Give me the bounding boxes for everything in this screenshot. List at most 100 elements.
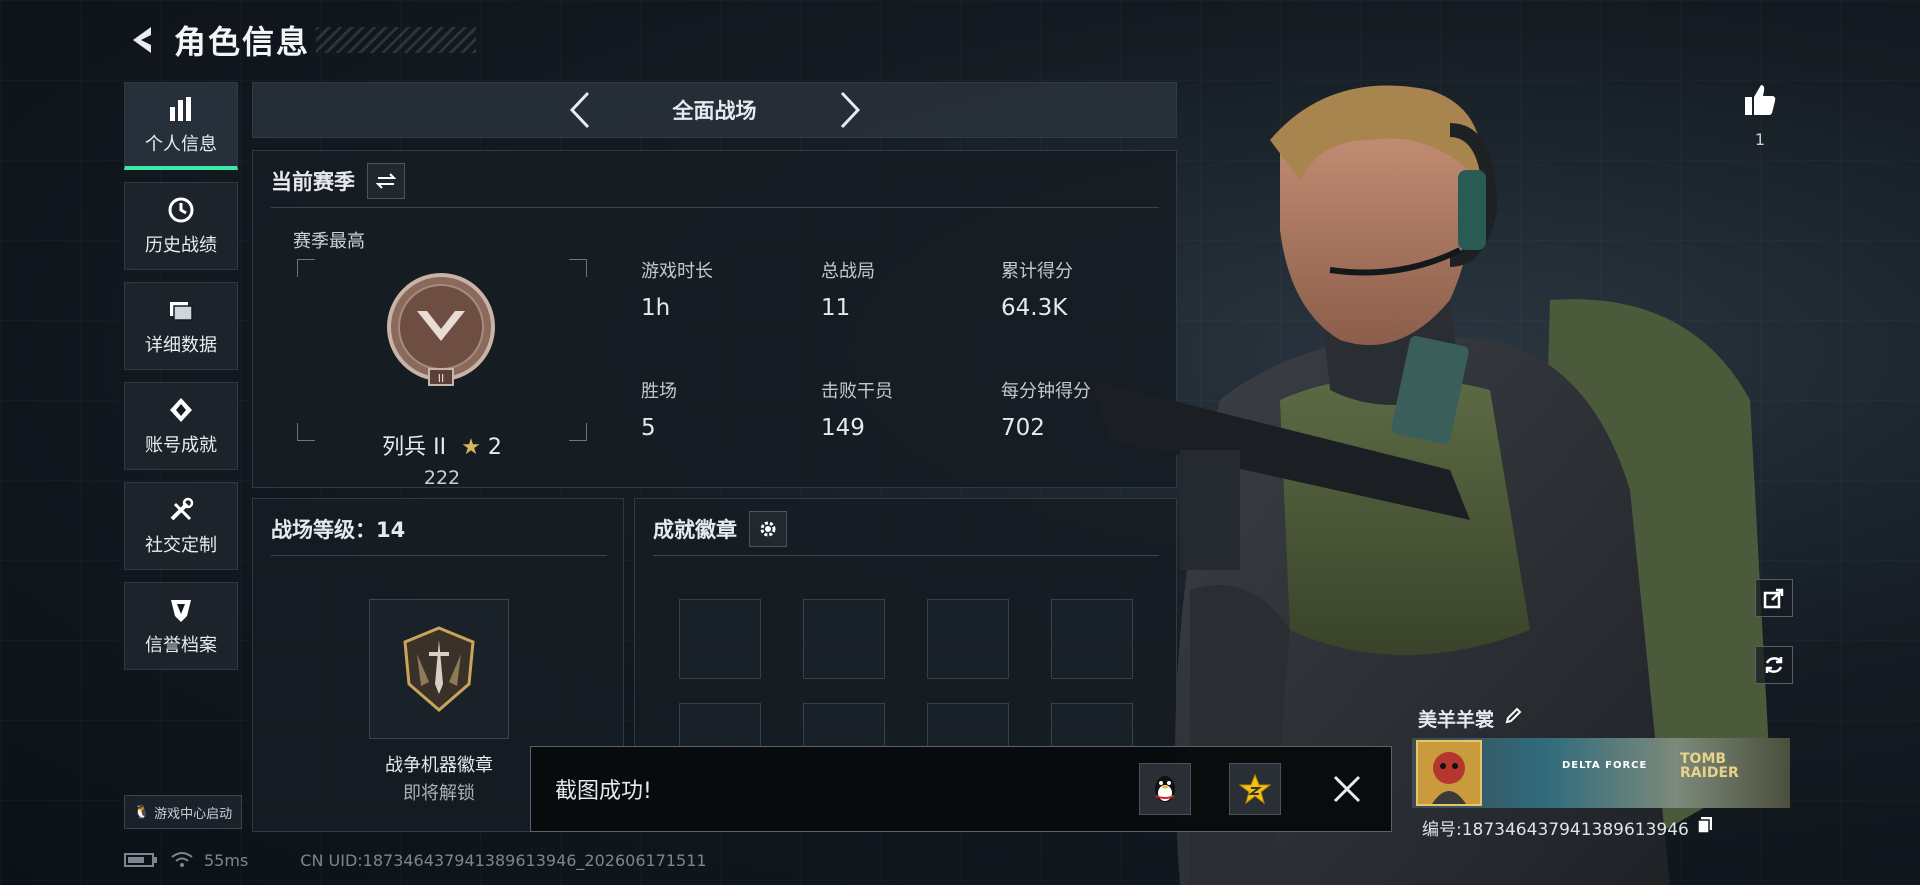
rank-name-row: 列兵 II ★ 2: [297, 429, 587, 461]
chevron-right-icon: [840, 91, 860, 129]
battery-icon: [124, 853, 157, 867]
season-panel: 当前赛季 赛季最高 II 列兵 II ★ 2 222 游戏时长 1h 总战局 11 …: [252, 150, 1177, 489]
refresh-icon: [1765, 657, 1783, 673]
thumbs-up-icon: [1745, 85, 1776, 115]
qzone-star-icon: [1239, 773, 1271, 805]
share-icon: [1763, 588, 1784, 609]
war-machine-badge-slot[interactable]: [369, 599, 509, 739]
edit-name-button[interactable]: [1504, 707, 1522, 729]
status-footer: 55ms CN UID:18734643794138961394​6_20260…: [124, 848, 707, 872]
achievement-title: 成就徽章: [653, 518, 737, 542]
delta-force-logo: DELTA FORCE: [1562, 760, 1648, 771]
stat-value: 149: [821, 415, 865, 441]
gear-icon: [760, 521, 776, 537]
level-title: 战场等级：14: [271, 518, 406, 542]
rank-stars: 2: [487, 435, 502, 460]
folder-icon: [166, 295, 196, 325]
achievement-slot[interactable]: [927, 599, 1009, 679]
qq-penguin-icon: [1155, 776, 1175, 802]
share-qq-button[interactable]: [1139, 763, 1191, 815]
refresh-button[interactable]: [1755, 646, 1793, 684]
season-title: 当前赛季: [271, 170, 355, 194]
stat-value: 11: [821, 295, 851, 321]
bar-chart-icon: [166, 94, 196, 124]
frame-corner: [297, 259, 315, 277]
war-machine-badge-icon: [403, 626, 475, 712]
clock-icon: [166, 195, 196, 225]
toast-message: 截图成功!: [555, 779, 652, 804]
share-qzone-button[interactable]: [1229, 763, 1281, 815]
launch-badge-label: 游戏中心启动: [154, 806, 233, 822]
ping-value: 55ms: [204, 850, 249, 870]
mode-prev-button[interactable]: [555, 85, 605, 135]
achievement-slot[interactable]: [803, 599, 885, 679]
sidebar-item-label: 信誉档案: [145, 635, 217, 656]
page-title: 角色信息: [174, 23, 311, 61]
tools-icon: [166, 495, 196, 525]
medal-icon: [166, 395, 196, 425]
sidebar-item-history[interactable]: 历史战绩: [124, 182, 238, 270]
player-name-row: 美羊羊裳: [1412, 702, 1790, 734]
session-uid: CN UID:18734643794138961394​6_2026061715…: [300, 850, 707, 870]
stat-item: 游戏时长 1h: [641, 257, 821, 321]
stat-value: 5: [641, 415, 656, 441]
copy-id-button[interactable]: [1697, 816, 1713, 839]
season-best-label: 赛季最高: [293, 231, 365, 252]
sidebar-item-label: 详细数据: [145, 335, 217, 356]
title-decoration: [316, 27, 477, 53]
player-id-row: 编号:187346437941389613946: [1412, 812, 1790, 842]
achievement-settings-button[interactable]: [749, 511, 787, 547]
copy-icon: [1697, 816, 1712, 834]
stat-label: 击败干员: [821, 381, 893, 402]
player-namecard: 美羊羊裳 DELTA FORCE TOMB RAIDER 编号:18734643…: [1412, 702, 1790, 842]
sidebar-item-label: 历史战绩: [145, 235, 217, 256]
pencil-icon: [1505, 707, 1522, 724]
like-button[interactable]: [1740, 80, 1780, 120]
toast-close-button[interactable]: [1319, 761, 1375, 817]
sidebar-item-label: 账号成就: [145, 435, 217, 456]
rank-name: 列兵 II: [382, 435, 447, 460]
page-header: 角色信息: [124, 18, 477, 62]
player-name: 美羊羊裳: [1418, 708, 1495, 731]
sidebar-item-label: 社交定制: [145, 535, 217, 556]
sidebar-item-achievements[interactable]: 账号成就: [124, 382, 238, 470]
svg-text:II: II: [438, 372, 445, 385]
stat-item: 总战局 11: [821, 257, 1001, 321]
season-switch-button[interactable]: [367, 163, 405, 199]
sidebar-item-personal-info[interactable]: 个人信息: [124, 82, 238, 170]
player-id: 编号:187346437941389613946: [1422, 819, 1689, 840]
avatar[interactable]: [1416, 740, 1482, 806]
stat-item: 击败干员 149: [821, 377, 1001, 441]
chevron-left-icon: [569, 91, 589, 129]
close-icon: [1333, 775, 1361, 803]
level-divider: [271, 555, 607, 556]
back-arrow-icon: [133, 27, 151, 53]
mode-label: 全面战场: [672, 99, 757, 123]
mode-next-button[interactable]: [825, 85, 875, 135]
rank-emblem-icon: II: [387, 273, 495, 386]
swap-icon: [376, 173, 396, 189]
star-icon: ★: [461, 435, 481, 460]
stat-label: 游戏时长: [641, 261, 713, 282]
wifi-icon: [171, 852, 193, 867]
level-panel-header: 战场等级：14: [271, 511, 405, 547]
mode-selector: 全面战场: [252, 82, 1177, 138]
sidebar-item-social-custom[interactable]: 社交定制: [124, 482, 238, 570]
achievement-panel-header: 成就徽章: [653, 511, 787, 547]
share-profile-button[interactable]: [1755, 579, 1793, 617]
sidebar-item-label: 个人信息: [145, 133, 217, 155]
tomb-raider-logo: TOMB RAIDER: [1680, 751, 1739, 781]
rank-score: 222: [423, 467, 461, 489]
season-panel-header: 当前赛季: [271, 163, 405, 199]
avatar-character-icon: [1432, 752, 1466, 804]
stat-label: 胜场: [641, 381, 677, 402]
like-count: 1: [1754, 130, 1766, 149]
sidebar-item-detail-data[interactable]: 详细数据: [124, 282, 238, 370]
back-button[interactable]: [124, 20, 164, 60]
namecard-banner[interactable]: DELTA FORCE TOMB RAIDER: [1412, 738, 1790, 808]
rank-frame: II 列兵 II ★ 2 222: [297, 259, 587, 489]
screenshot-toast: 截图成功!: [530, 746, 1392, 832]
stat-label: 总战局: [821, 261, 875, 282]
sidebar-item-credit-record[interactable]: 信誉档案: [124, 582, 238, 670]
achievement-slot[interactable]: [679, 599, 761, 679]
